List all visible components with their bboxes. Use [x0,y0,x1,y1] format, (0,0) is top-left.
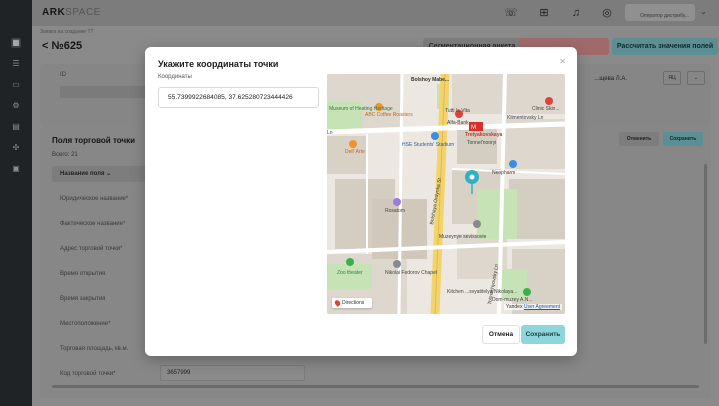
horizontal-scrollbar[interactable] [52,385,699,388]
map-label: Ln [327,130,333,136]
fields-cancel-button[interactable]: Отменить [619,132,659,146]
dashboard-icon[interactable]: ▦ [11,38,21,48]
sidebar-rail: ▦ ☰ ▭ ⚙ ▤ ✣ ▣ [0,0,32,406]
map-label: Kitchen ...svyatitelya Nikolaya... [447,289,518,295]
gear-icon[interactable]: ⚙ [11,101,21,111]
map-label: Tretyakovskaya [465,132,503,138]
settings-icon[interactable]: ✣ [11,143,21,153]
column-header-field-name[interactable]: Название поля ⌄ [52,166,152,182]
map-label: Dom-muzey A.N... [492,297,533,303]
svg-text:M: M [471,125,476,131]
map-label: Nikolai Fedorov Chapel [385,270,437,276]
map-label: Muzeynye sevissovie [439,234,487,240]
map-label: Rosatom [385,208,406,214]
field-row: Юридическое название* [60,196,129,202]
bell-icon[interactable]: ♫ [569,6,583,20]
map-label: ABC Coffee Roasters [365,112,413,118]
close-icon[interactable]: ✕ [559,57,566,66]
fields-save-button[interactable]: Сохранить [663,132,703,146]
calculate-fields-button[interactable]: Рассчитать значения полей [612,38,718,55]
map-label: Clinic Skin... [532,106,560,112]
modal-title: Укажите координаты точки [158,59,279,69]
map-label: Zoo theater [337,270,363,276]
headset-icon[interactable]: ☏ [504,6,518,20]
apps-grid-icon[interactable]: ⊞ [537,6,551,20]
chart-icon[interactable]: ▤ [11,122,21,132]
pin-icon [333,299,342,307]
app-logo[interactable]: ARKSPACE [42,7,101,18]
owner-name: ...щева Л.А. [594,76,627,82]
user-agreement-link[interactable]: User Agreement [524,304,560,310]
coordinates-modal: Укажите координаты точки ✕ Координаты 55… [145,47,577,356]
field-row: Адрес торговой точки* [60,246,123,252]
field-row: Код торговой точки* [60,371,116,377]
field-row: Время закрытия [60,296,106,302]
map-label: Tonnel'nooryi [467,140,497,146]
coordinates-label: Координаты [158,74,192,80]
cancel-button[interactable]: Отмена [482,325,520,344]
id-label: ID [60,72,66,78]
id-value [60,86,150,98]
outlet-code-field[interactable]: 3657999 [160,365,305,381]
map-label: Klimentovsky Ln [507,115,544,121]
coordinates-input[interactable] [158,87,319,108]
chevron-down-icon[interactable]: ⌄ [700,7,707,16]
map-label: Bolshoy Mabe... [411,77,450,83]
owner-dropdown[interactable]: ⌄ [687,71,705,85]
save-button[interactable]: Сохранить [521,325,565,344]
map-label: Tutti la Vita [445,108,470,114]
back-arrow-icon[interactable]: < [42,40,48,52]
fields-title: Поля торговой точки [52,136,136,145]
map-view[interactable]: M Bolshoy Mabe... Museum of Heating Heri… [327,74,565,314]
map-attribution: Yandex User Agreement [503,304,562,310]
page-title: < №625 [42,40,83,52]
map-label: Dell' Arte [345,149,365,155]
list-icon[interactable]: ☰ [11,59,21,69]
fields-count: Всего: 21 [52,152,78,158]
topbar: ARKSPACE ☏ ⊞ ♫ ◎ Оператор дистрибу... ⌄ [32,0,719,26]
directions-button[interactable]: Directions [332,298,372,308]
map-label: Neopharm [492,170,516,176]
map-label: Alfa-Bank [447,120,469,126]
compass-icon[interactable]: ◎ [600,6,614,20]
owner-badge: ЯЦ [663,71,681,85]
calendar-icon[interactable]: ▣ [11,164,21,174]
field-row: Торговая площадь, кв.м. [60,346,129,352]
field-row: Местоположение* [60,321,111,327]
field-row: Фактическое название* [60,221,126,227]
vertical-scrollbar[interactable] [704,164,707,344]
map-label: HSE Students' Stadium [402,142,455,148]
chevron-down-icon: ⌄ [106,171,112,177]
breadcrumb[interactable]: Заявка на создание ТТ [40,29,94,35]
field-row: Время открытия [60,271,106,277]
card-icon[interactable]: ▭ [11,80,21,90]
user-role: Оператор дистрибу... [639,13,689,19]
